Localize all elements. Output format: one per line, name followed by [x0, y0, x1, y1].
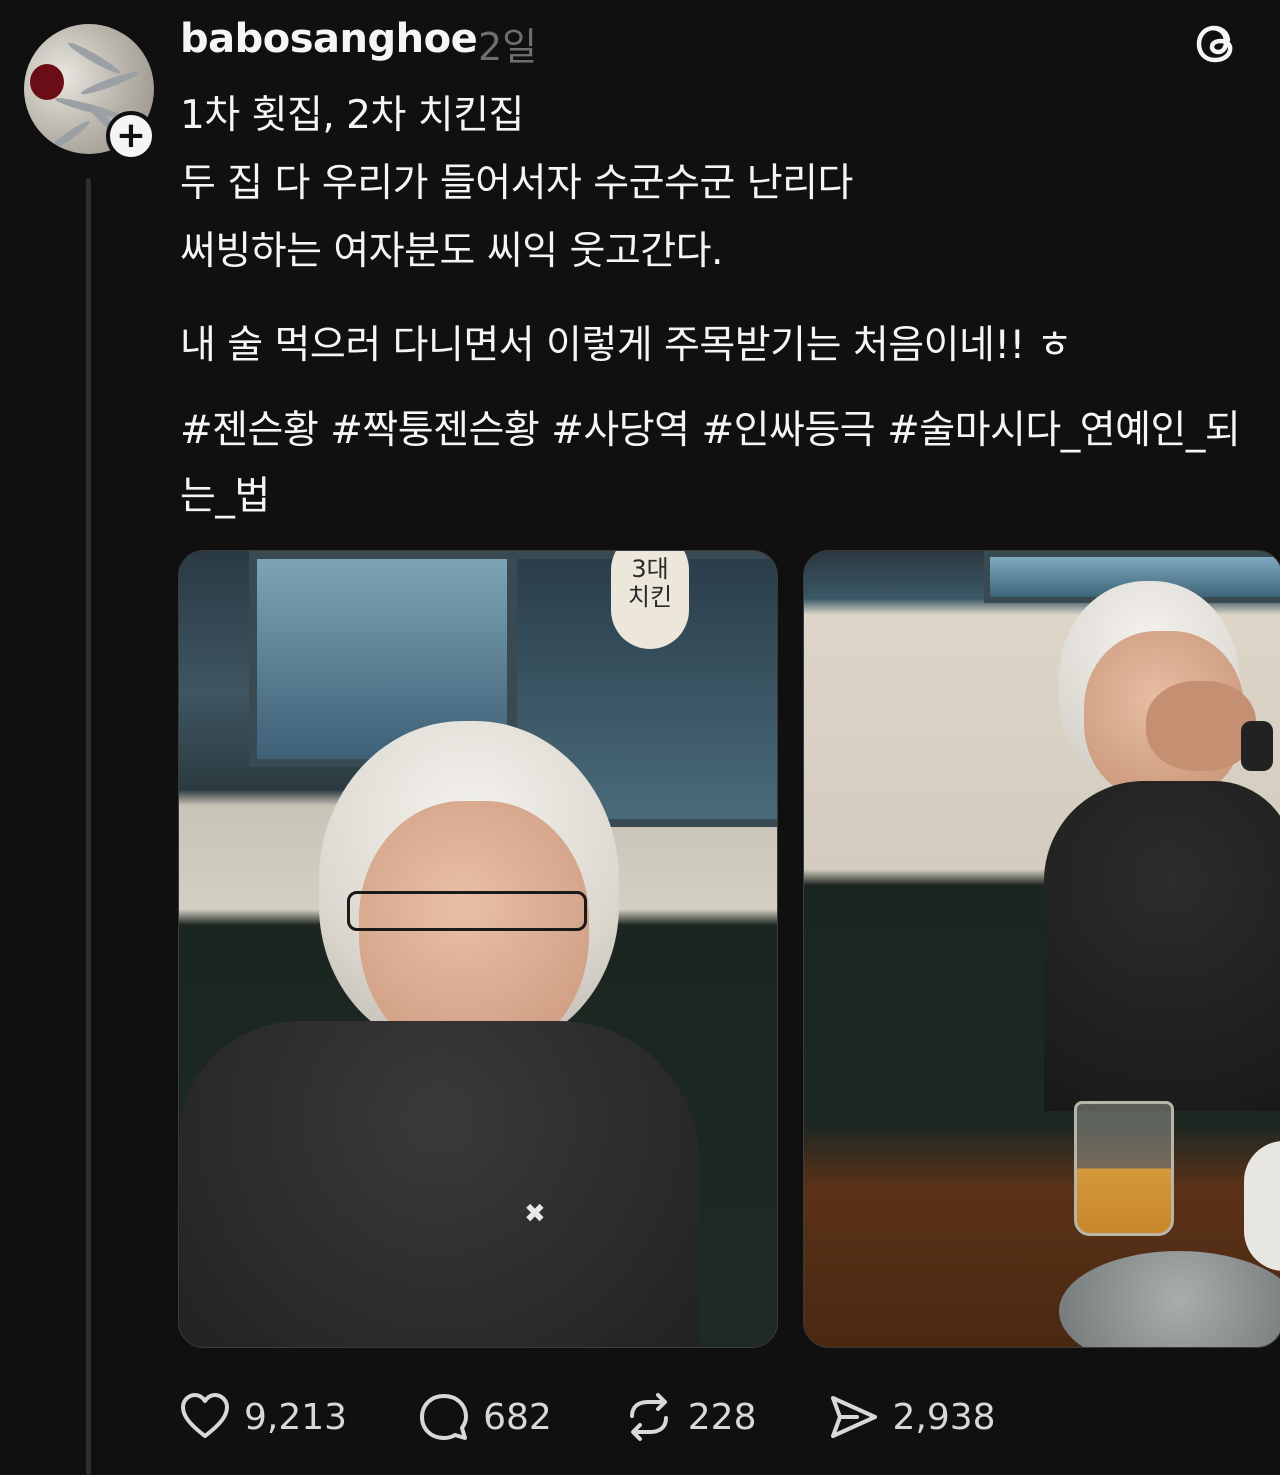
white-plate	[1244, 1141, 1280, 1271]
post-line: 써빙하는 여자분도 씨익 웃고간다.	[180, 229, 723, 274]
share-count: 2,938	[892, 1396, 996, 1438]
post-actions: 9,213 682 228 2,938	[178, 1390, 996, 1444]
comment-count: 682	[483, 1396, 552, 1438]
glasses	[347, 891, 587, 931]
hashtag-list: #젠슨황 #짝퉁젠슨황 #사당역 #인싸등극 #술마시다_연예인_되는_법	[180, 398, 1260, 530]
hashtag[interactable]: #젠슨황	[180, 408, 319, 453]
comment-button[interactable]: 682	[417, 1390, 552, 1444]
send-icon	[830, 1396, 877, 1438]
hashtag[interactable]: #사당역	[551, 408, 690, 453]
avatar-anchovy	[46, 118, 92, 154]
black-tshirt	[179, 1021, 699, 1347]
threads-logo-icon[interactable]	[1188, 16, 1244, 72]
username[interactable]: babosanghoe	[180, 16, 478, 62]
repost-count: 228	[687, 1396, 757, 1438]
post-photo-1[interactable]: 3대 치킨 ✖	[178, 550, 778, 1348]
hand	[1146, 681, 1256, 771]
metal-plate	[1059, 1251, 1280, 1347]
heart-icon	[181, 1393, 229, 1438]
avatar-anchovy	[66, 39, 122, 77]
logo-mark: ✖	[524, 1199, 546, 1229]
beer-glass	[1074, 1101, 1174, 1236]
post-body: 1차 횟집, 2차 치킨집 두 집 다 우리가 들어서자 수군수군 난리다 써빙…	[180, 82, 1260, 380]
post-time: 2일	[478, 25, 538, 69]
follow-button[interactable]: +	[106, 111, 156, 161]
share-button[interactable]: 2,938	[827, 1390, 996, 1444]
avatar-sauce-dish	[30, 64, 64, 100]
speech-bubble-icon	[420, 1394, 469, 1440]
plus-icon: +	[115, 115, 147, 156]
post-line: 두 집 다 우리가 들어서자 수군수군 난리다	[180, 161, 853, 206]
avatar-anchovy	[79, 68, 141, 98]
thread-line	[86, 178, 91, 1475]
post-line: 1차 횟집, 2차 치킨집	[180, 93, 524, 138]
black-tshirt	[1044, 781, 1280, 1111]
like-button[interactable]: 9,213	[178, 1390, 347, 1444]
repost-button[interactable]: 228	[622, 1390, 757, 1444]
hashtag[interactable]: #짝퉁젠슨황	[330, 408, 540, 453]
post-line: 내 술 먹으러 다니면서 이렇게 주목받기는 처음이네!! ㅎ	[180, 323, 1072, 368]
post-photo-2[interactable]	[803, 550, 1280, 1348]
watch	[1241, 721, 1273, 771]
restaurant-sign: 3대 치킨	[611, 551, 689, 649]
like-count: 9,213	[244, 1396, 348, 1438]
hashtag[interactable]: #인싸등극	[701, 408, 875, 453]
repost-icon	[629, 1393, 668, 1441]
